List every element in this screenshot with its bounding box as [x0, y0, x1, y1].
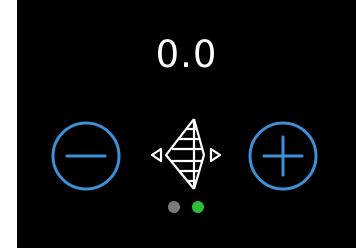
page-dot-1[interactable]	[168, 201, 180, 213]
plus-circle-icon	[248, 121, 318, 191]
page-indicator	[165, 198, 211, 214]
decrease-button[interactable]	[50, 120, 122, 192]
increase-button[interactable]	[247, 120, 319, 192]
minus-circle-icon	[51, 121, 121, 191]
value-readout: 0.0	[155, 33, 218, 76]
control-panel: 0.0	[17, 0, 356, 248]
page-dot-2[interactable]	[192, 201, 204, 213]
stitch-width-icon	[144, 115, 228, 197]
